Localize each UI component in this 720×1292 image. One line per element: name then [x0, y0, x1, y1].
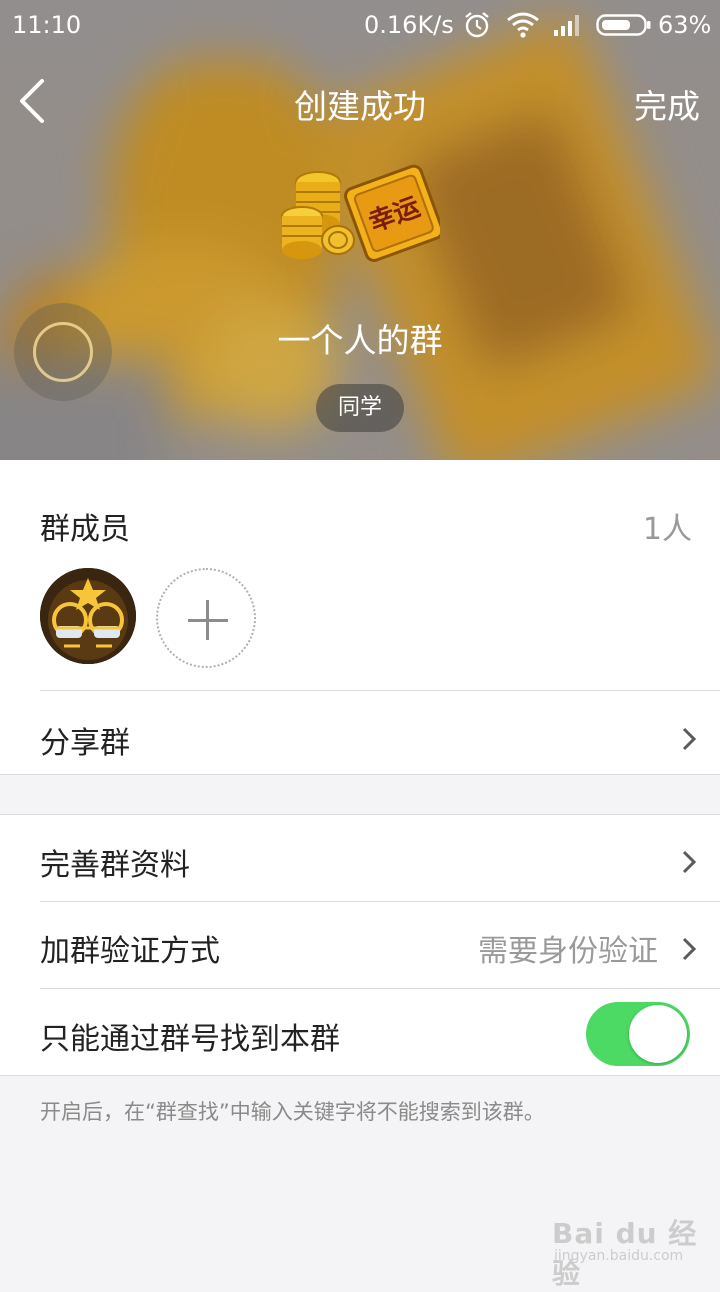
share-group-label[interactable]: 分享群	[40, 718, 130, 762]
chevron-right-icon	[682, 937, 697, 961]
chevron-right-icon	[682, 850, 697, 874]
settings-section: 完善群资料 加群验证方式 需要身份验证 只能通过群号找到本群	[0, 814, 720, 1076]
search-only-by-id-toggle[interactable]	[586, 1002, 690, 1066]
verify-method-value[interactable]: 需要身份验证	[478, 926, 658, 970]
status-icons	[462, 10, 652, 40]
assist-ring-icon	[33, 322, 93, 382]
status-bar: 11:10 0.16K/s 63%	[0, 0, 720, 52]
floating-assist-button[interactable]	[14, 303, 112, 401]
verify-method-label[interactable]: 加群验证方式	[40, 926, 220, 970]
status-time: 11:10	[12, 11, 82, 39]
page-title: 创建成功	[294, 87, 426, 126]
watermark-sub: jingyan.baidu.com	[554, 1248, 684, 1264]
add-member-button[interactable]	[156, 568, 256, 668]
complete-profile-label[interactable]: 完善群资料	[40, 840, 190, 884]
members-count[interactable]: 1人	[643, 504, 692, 548]
done-button[interactable]: 完成	[634, 80, 700, 128]
group-header-banner: 11:10 0.16K/s 63% 创建成功 完成 幸运 一个人的群 同学	[0, 0, 720, 460]
search-only-by-id-label: 只能通过群号找到本群	[40, 1022, 340, 1057]
divider	[40, 901, 720, 902]
battery-icon	[596, 14, 651, 36]
member-avatar[interactable]	[40, 568, 136, 664]
group-avatar[interactable]: 幸运	[280, 154, 444, 266]
wifi-icon	[507, 12, 539, 38]
toggle-knob	[629, 1005, 687, 1063]
divider	[40, 690, 720, 691]
baidu-jingyan-watermark: Bai du 经验 jingyan.baidu.com	[552, 1212, 712, 1290]
divider	[40, 988, 720, 989]
status-net-speed: 0.16K/s	[364, 11, 454, 39]
alarm-icon	[465, 12, 489, 38]
members-label: 群成员	[40, 512, 130, 547]
chevron-right-icon	[682, 727, 697, 751]
footer-note: 开启后，在“群查找”中输入关键字将不能搜索到该群。	[40, 1100, 545, 1124]
group-category-tag: 同学	[316, 384, 404, 432]
signal-icon	[554, 15, 579, 36]
members-section: 群成员 1人 分享群	[0, 460, 720, 775]
status-battery-percent: 63%	[658, 11, 712, 39]
